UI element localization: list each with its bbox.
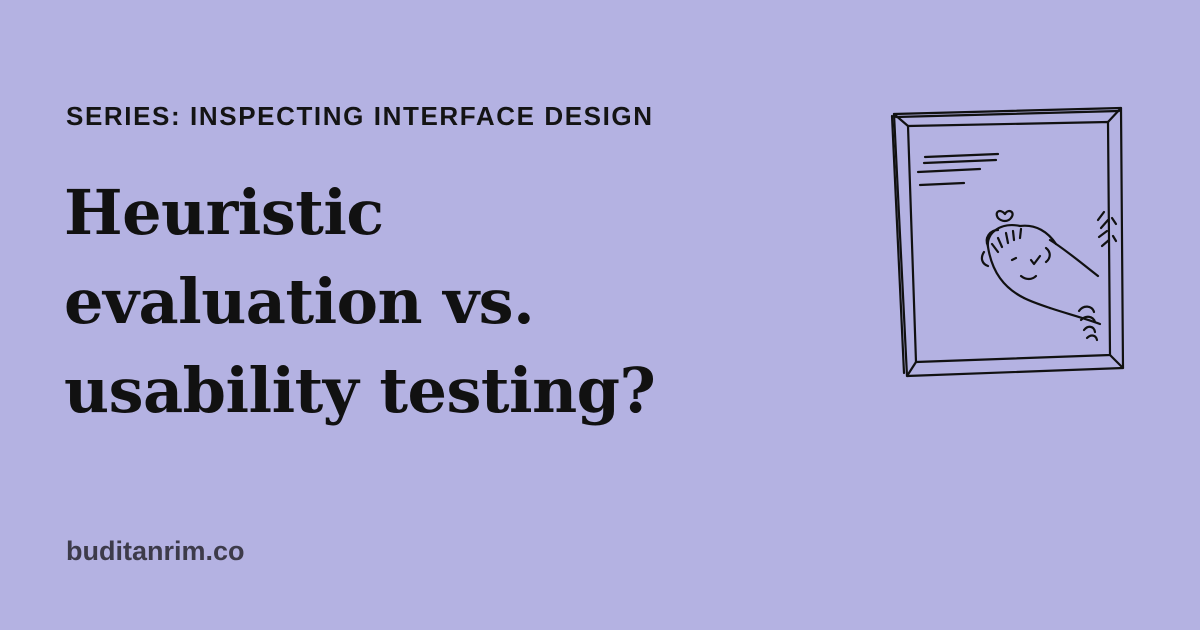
title-line-2: evaluation vs. <box>64 265 535 338</box>
site-domain: buditanrim.co <box>66 536 245 566</box>
social-card: SERIES: INSPECTING INTERFACE DESIGN Heur… <box>0 0 1200 630</box>
window-sketch-illustration <box>880 100 1140 390</box>
article-title: Heuristic evaluation vs. usability testi… <box>64 168 824 435</box>
series-label: SERIES: INSPECTING INTERFACE DESIGN <box>66 101 654 131</box>
title-line-3: usability testing? <box>64 354 656 427</box>
title-line-1: Heuristic <box>64 176 384 249</box>
person-peeking-window-icon <box>890 106 1125 378</box>
